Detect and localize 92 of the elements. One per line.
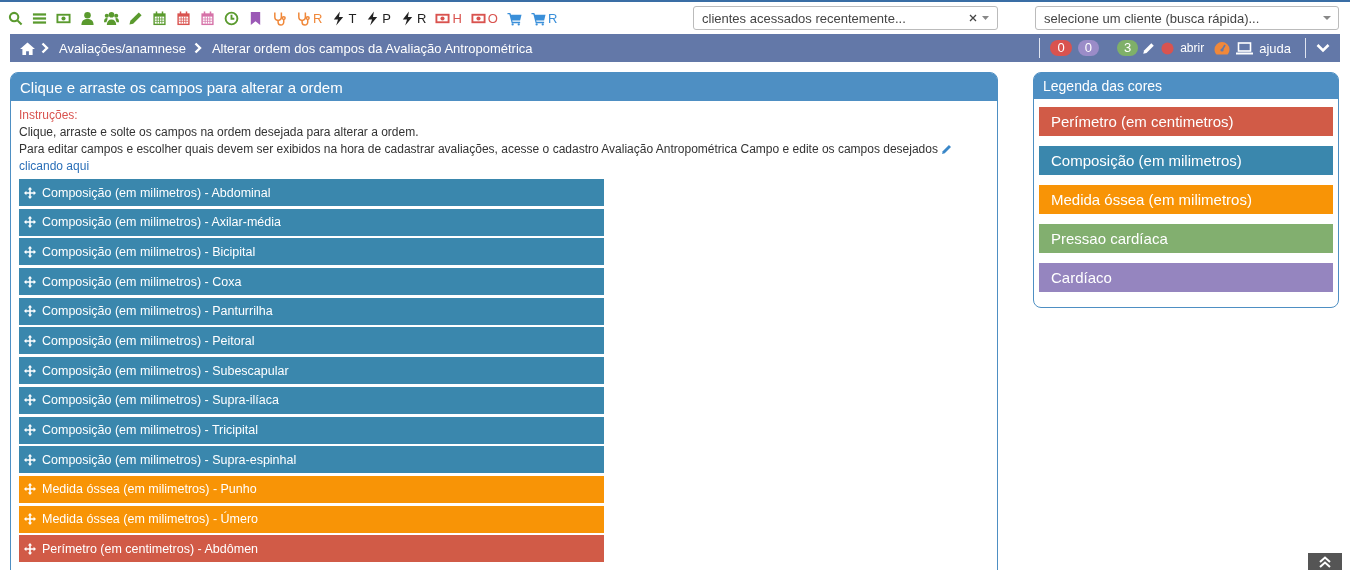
toolbar-button[interactable]	[224, 10, 239, 26]
draggable-field[interactable]: Composição (em milimetros) - Axilar-média	[19, 208, 604, 236]
chevron-down-icon[interactable]	[1316, 43, 1330, 53]
client-search-select[interactable]: selecione um cliente (busca rápida)...	[1035, 6, 1339, 30]
move-icon	[24, 453, 36, 466]
legend-title: Legenda das cores	[1043, 78, 1163, 94]
caret-icon	[1322, 13, 1332, 23]
recent-clients-select[interactable]: clientes acessados recentemente...	[693, 6, 998, 30]
draggable-field[interactable]: Composição (em milimetros) - Peitoral	[19, 327, 604, 355]
draggable-field[interactable]: Composição (em milimetros) - Bicipital	[19, 238, 604, 266]
move-icon	[24, 186, 36, 199]
toolbar-button[interactable]	[8, 10, 23, 26]
toolbar-button[interactable]	[176, 10, 191, 26]
laptop-icon	[1236, 41, 1254, 55]
draggable-field[interactable]: Composição (em milimetros) - Tricipital	[19, 416, 604, 444]
status-dot-icon	[1161, 41, 1175, 55]
draggable-field[interactable]: Composição (em milimetros) - Supra-espinhal	[19, 446, 604, 474]
cart-icon	[530, 10, 546, 26]
clear-and-caret-icon	[969, 13, 991, 23]
stethoscope-icon	[296, 10, 311, 26]
toolbar-button[interactable]	[128, 10, 143, 26]
count-badge[interactable]: 3	[1116, 40, 1139, 56]
pencil-icon	[940, 144, 952, 155]
calendar-icon	[176, 10, 191, 26]
count-badge[interactable]: 0	[1077, 40, 1099, 56]
move-icon	[24, 305, 36, 318]
toolbar-button[interactable]: P	[365, 10, 391, 26]
move-icon	[24, 513, 36, 526]
move-icon	[24, 483, 36, 496]
toolbar-button[interactable]: R	[296, 10, 323, 26]
legend-item: Medida óssea (em milimetros)	[1039, 185, 1333, 214]
legend-item: Pressao cardíaca	[1039, 224, 1333, 253]
menu-icon	[32, 10, 47, 26]
toolbar-button[interactable]	[248, 10, 263, 26]
panel-title: Clique e arraste os campos para alterar a ordem	[20, 78, 343, 96]
draggable-field[interactable]: Composição (em milimetros) - Subescapular	[19, 357, 604, 385]
toolbar-button[interactable]	[32, 10, 47, 26]
bookmark-icon	[248, 10, 263, 26]
legend-item: Composição (em milimetros)	[1039, 146, 1333, 175]
move-icon	[24, 424, 36, 436]
draggable-field[interactable]: Composição (em milimetros) - Panturrilha	[19, 297, 604, 325]
toolbar-button[interactable]	[200, 10, 215, 26]
legend-item: Perímetro (em centimetros)	[1039, 107, 1333, 136]
stethoscope-icon	[272, 10, 287, 26]
toolbar-button[interactable]	[272, 10, 287, 26]
toolbar-button[interactable]	[104, 10, 119, 26]
draggable-field[interactable]: Composição (em milimetros) - Supra-ilíaca	[19, 386, 604, 414]
chevron-right-icon	[193, 42, 202, 54]
draggable-field[interactable]: Composição (em milimetros) - Abdominal	[19, 179, 604, 206]
move-icon	[24, 245, 36, 258]
edit-fields-link[interactable]: clicando aqui	[19, 158, 90, 175]
gauge-icon[interactable]	[1214, 41, 1231, 55]
draggable-field[interactable]: Perímetro (em centimetros) - Abdômen	[19, 535, 604, 563]
pencil-icon	[128, 10, 143, 26]
user-icon	[80, 10, 95, 26]
move-icon	[24, 394, 36, 407]
chevron-right-icon	[41, 42, 49, 54]
legend-item: Cardíaco	[1039, 263, 1333, 292]
search-icon	[8, 10, 23, 26]
cart-icon	[506, 10, 522, 26]
move-icon	[24, 542, 36, 555]
move-icon	[24, 275, 36, 288]
draggable-field[interactable]: Medida óssea (em milimetros) - Punho	[19, 475, 604, 503]
toolbar-button[interactable]	[506, 10, 522, 26]
scroll-top-button[interactable]	[1308, 553, 1342, 570]
toolbar-button[interactable]: R	[530, 10, 558, 26]
move-icon	[24, 216, 36, 229]
pencil-icon[interactable]	[1142, 41, 1156, 55]
draggable-field[interactable]: Medida óssea (em milimetros) - Úmero	[19, 505, 604, 533]
toolbar-button[interactable]: T	[331, 10, 357, 26]
count-badge[interactable]: 0	[1050, 40, 1072, 56]
toolbar-button[interactable]: H	[435, 10, 462, 26]
open-link[interactable]: abrir	[1180, 41, 1205, 55]
draggable-field[interactable]: Composição (em milimetros) - Coxa	[19, 268, 604, 296]
home-icon[interactable]	[20, 41, 35, 55]
calendar-icon	[200, 10, 215, 26]
instruction-text: Clique, arraste e solte os campos na ordem desejada para alterar a ordem.	[19, 124, 420, 141]
toolbar-button[interactable]	[80, 10, 95, 26]
toolbar-button[interactable]: O	[470, 10, 498, 26]
toolbar-button[interactable]: R	[400, 10, 427, 26]
instruction-text: Para editar campos e escolher quais devem ser exibidos na hora de cadastrar avaliações, acesse o cadastro Avaliação Antropométrica Campo e edite os campos desejados	[19, 141, 989, 158]
breadcrumb-link[interactable]: Avaliações/anamnese	[59, 40, 186, 56]
toolbar-button[interactable]	[152, 10, 167, 26]
move-icon	[24, 334, 36, 347]
calendar-icon	[152, 10, 167, 26]
move-icon	[24, 364, 36, 377]
breadcrumb-link[interactable]: Alterar ordem dos campos da Avaliação Antropométrica	[211, 40, 533, 56]
double-chevron-up-icon	[1318, 556, 1332, 568]
help-link[interactable]: ajuda	[1259, 40, 1291, 56]
clock-icon	[224, 10, 239, 26]
instructions-label: Instruções:	[19, 107, 79, 124]
users-icon	[104, 10, 119, 26]
